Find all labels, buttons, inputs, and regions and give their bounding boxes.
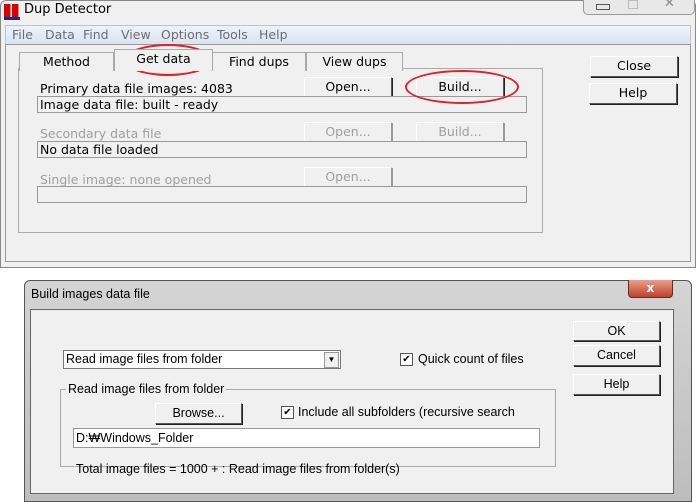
annotation-oval-build <box>405 70 519 104</box>
minimize-button[interactable] <box>596 4 610 10</box>
close-button[interactable]: Close <box>590 56 678 77</box>
subfolders-label: Include all subfolders (recursive search <box>298 405 515 419</box>
menu-tools[interactable]: Tools <box>217 27 248 42</box>
close-icon[interactable]: ✕ <box>664 0 675 11</box>
total-files-text: Total image files = 1000 + : Read image … <box>76 462 400 476</box>
quick-count-checkbox[interactable]: ✔ <box>400 353 413 366</box>
folder-path-input[interactable]: D:₩Windows_Folder <box>73 428 540 448</box>
ok-button[interactable]: OK <box>573 321 660 341</box>
chevron-down-icon[interactable]: ▼ <box>324 352 339 368</box>
secondary-build-button[interactable]: Build... <box>416 122 504 142</box>
primary-label: Primary data file images: 4083 <box>40 81 233 96</box>
browse-button[interactable]: Browse... <box>155 403 242 424</box>
primary-open-button[interactable]: Open... <box>304 77 392 97</box>
menu-data[interactable]: Data <box>45 27 75 42</box>
menu-help[interactable]: Help <box>259 27 288 42</box>
subfolders-checkbox[interactable]: ✔ <box>281 406 294 419</box>
menu-find[interactable]: Find <box>83 27 109 42</box>
dialog-title: Build images data file <box>31 287 150 301</box>
single-status <box>37 186 527 203</box>
single-open-button[interactable]: Open... <box>304 167 392 187</box>
window-title: Dup Detector <box>24 2 112 17</box>
tab-view-dups[interactable]: View dups <box>306 52 403 71</box>
folder-group-label: Read image files from folder <box>66 382 227 396</box>
source-select[interactable]: Read image files from folder ▼ <box>63 350 341 369</box>
menu-bar: File Data Find View Options Tools Help <box>5 25 691 45</box>
secondary-status: No data file loaded <box>37 141 527 158</box>
menu-options[interactable]: Options <box>161 27 209 42</box>
dialog-close-button[interactable]: x <box>628 280 673 298</box>
single-label: Single image: none opened <box>40 172 212 187</box>
maximize-button[interactable] <box>628 0 638 9</box>
source-select-value: Read image files from folder <box>66 352 223 366</box>
title-buttons: ✕ <box>583 0 695 15</box>
secondary-open-button[interactable]: Open... <box>304 122 392 142</box>
quick-count-label: Quick count of files <box>418 352 524 366</box>
tab-get-data[interactable]: Get data <box>114 49 213 71</box>
tab-method[interactable]: Method <box>19 52 114 71</box>
secondary-label: Secondary data file <box>40 126 162 141</box>
cancel-button[interactable]: Cancel <box>573 345 660 366</box>
dialog-help-button[interactable]: Help <box>573 374 660 395</box>
app-icon <box>4 4 20 20</box>
menu-file[interactable]: File <box>12 27 33 42</box>
menu-view[interactable]: View <box>121 27 151 42</box>
help-button[interactable]: Help <box>589 83 677 104</box>
tab-find-dups[interactable]: Find dups <box>212 52 306 71</box>
